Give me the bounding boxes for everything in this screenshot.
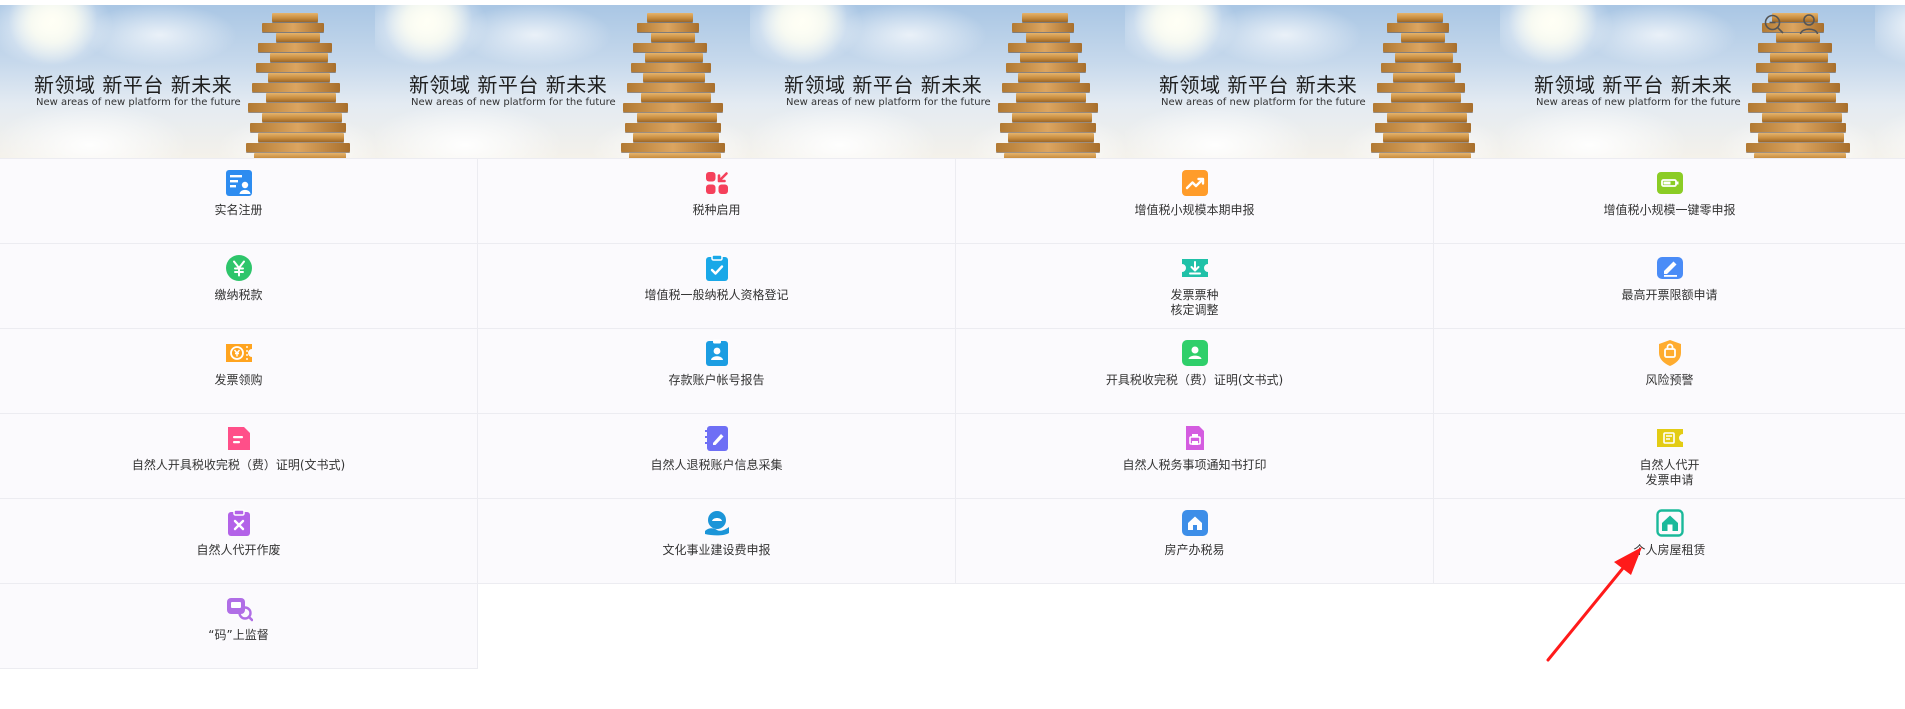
service-real-name-register[interactable]: 实名注册 (0, 159, 478, 244)
service-label: 风险预警 (1645, 373, 1694, 387)
service-label: 个人房屋租赁 (1633, 543, 1706, 557)
service-natural-person-certificate[interactable]: 自然人开具税收完税（费）证明(文书式) (0, 414, 478, 499)
banner-tile: 新领域 新平台 新未来 New areas of new platform fo… (375, 5, 750, 158)
jenga-tower-image (982, 11, 1122, 158)
banner-tile: 新领域 新平台 新未来 New areas of new platform fo… (750, 5, 1125, 158)
service-label: 缴纳税款 (214, 288, 263, 302)
service-refund-account-collection[interactable]: 自然人退税账户信息采集 (478, 414, 956, 499)
document-icon (225, 424, 253, 452)
service-culture-fee-filing[interactable]: 文化事业建设费申报 (478, 499, 956, 584)
empty-cell (1434, 584, 1905, 669)
service-vat-small-zero-filing[interactable]: 增值税小规模一键零申报 (1434, 159, 1905, 244)
tax-service-page: 新领域 新平台 新未来 New areas of new platform fo… (0, 0, 1905, 709)
service-tax-payment-certificate[interactable]: 开具税收完税（费）证明(文书式) (956, 329, 1434, 414)
invoice-ticket-icon (225, 339, 253, 367)
jenga-tower-image (232, 11, 372, 158)
service-label: 开具税收完税（费）证明(文书式) (1105, 373, 1284, 387)
service-label: 自然人代开 发票申请 (1639, 458, 1700, 487)
banner-slogan: 新领域 新平台 新未来 (1534, 73, 1733, 97)
service-label: 增值税小规模本期申报 (1134, 203, 1255, 217)
service-label: 发票票种 核定调整 (1170, 288, 1219, 317)
service-pay-taxes[interactable]: 缴纳税款 (0, 244, 478, 329)
banner-slogan-en: New areas of new platform for the future (411, 97, 616, 108)
banner-slogan-en: New areas of new platform for the future (36, 97, 241, 108)
service-personal-house-rental[interactable]: 个人房屋租赁 (1434, 499, 1905, 584)
banner-slogan: 新领域 新平台 新未来 (34, 73, 233, 97)
service-property-tax-easy[interactable]: 房产办税易 (956, 499, 1434, 584)
service-label: 发票领购 (214, 373, 263, 387)
print-icon (1181, 424, 1209, 452)
service-natural-person-invoice-apply[interactable]: 自然人代开 发票申请 (1434, 414, 1905, 499)
user-icon[interactable] (1797, 12, 1821, 36)
invoice-apply-icon (1656, 424, 1684, 452)
service-invoice-purchase[interactable]: 发票领购 (0, 329, 478, 414)
banner-slogan-en: New areas of new platform for the future (1536, 97, 1741, 108)
service-label: 文化事业建设费申报 (662, 543, 771, 557)
service-vat-general-registration[interactable]: 增值税一般纳税人资格登记 (478, 244, 956, 329)
service-label: 自然人代开作废 (196, 543, 281, 557)
service-notice-print[interactable]: 自然人税务事项通知书打印 (956, 414, 1434, 499)
service-qr-supervision[interactable]: “码”上监督 (0, 584, 478, 669)
banner-tile: 新领域 新平台 新未来 New areas of new platform fo… (0, 5, 375, 158)
house-icon (1181, 509, 1209, 537)
banner-slogan: 新领域 新平台 新未来 (409, 73, 608, 97)
service-label: 自然人税务事项通知书打印 (1122, 458, 1267, 472)
id-card-icon (703, 339, 731, 367)
empty-cell (956, 584, 1434, 669)
banner: 新领域 新平台 新未来 New areas of new platform fo… (0, 5, 1905, 158)
yuan-icon (225, 254, 253, 282)
jenga-tower-image (1357, 11, 1497, 158)
service-tax-type-enable[interactable]: 税种启用 (478, 159, 956, 244)
banner-slogan-en: New areas of new platform for the future (786, 97, 991, 108)
service-label: 存款账户帐号报告 (668, 373, 765, 387)
notebook-edit-icon (703, 424, 731, 452)
qr-supervise-icon (225, 594, 253, 622)
trend-icon (1181, 169, 1209, 197)
house-rent-icon (1655, 509, 1684, 537)
ticket-download-icon (1181, 254, 1209, 282)
banner-slogan: 新领域 新平台 新未来 (784, 73, 983, 97)
banner-slogan-en: New areas of new platform for the future (1161, 97, 1366, 108)
register-icon (225, 169, 253, 197)
service-risk-warning[interactable]: 风险预警 (1434, 329, 1905, 414)
battery-icon (1656, 169, 1684, 197)
service-label: 自然人开具税收完税（费）证明(文书式) (131, 458, 346, 472)
service-label: 自然人退税账户信息采集 (650, 458, 783, 472)
service-max-invoice-limit[interactable]: 最高开票限额申请 (1434, 244, 1905, 329)
service-grid: 实名注册 税种启用 增值税小规模本期申报 增值税小规模一键零申报 缴纳税款 增值… (0, 158, 1905, 669)
edit-icon (1656, 254, 1684, 282)
tax-type-icon (703, 169, 731, 197)
service-label: “码”上监督 (208, 628, 269, 642)
service-label: 实名注册 (214, 203, 263, 217)
service-invoice-type-adjust[interactable]: 发票票种 核定调整 (956, 244, 1434, 329)
service-natural-person-invoice-void[interactable]: 自然人代开作废 (0, 499, 478, 584)
clipboard-check-icon (703, 254, 731, 282)
service-label: 房产办税易 (1164, 543, 1225, 557)
culture-hand-icon (703, 509, 731, 537)
search-icon[interactable] (1762, 12, 1786, 36)
service-label: 增值税小规模一键零申报 (1603, 203, 1736, 217)
service-label: 税种启用 (692, 203, 741, 217)
service-label: 最高开票限额申请 (1621, 288, 1718, 302)
service-label: 增值税一般纳税人资格登记 (644, 288, 789, 302)
jenga-tower-image (607, 11, 747, 158)
service-vat-small-current-filing[interactable]: 增值税小规模本期申报 (956, 159, 1434, 244)
empty-cell (478, 584, 956, 669)
banner-slogan: 新领域 新平台 新未来 (1159, 73, 1358, 97)
banner-tile (1875, 5, 1905, 158)
clipboard-cancel-icon (225, 509, 253, 537)
service-deposit-account-report[interactable]: 存款账户帐号报告 (478, 329, 956, 414)
certificate-icon (1181, 339, 1209, 367)
banner-tile: 新领域 新平台 新未来 New areas of new platform fo… (1125, 5, 1500, 158)
shield-alert-icon (1656, 339, 1684, 367)
